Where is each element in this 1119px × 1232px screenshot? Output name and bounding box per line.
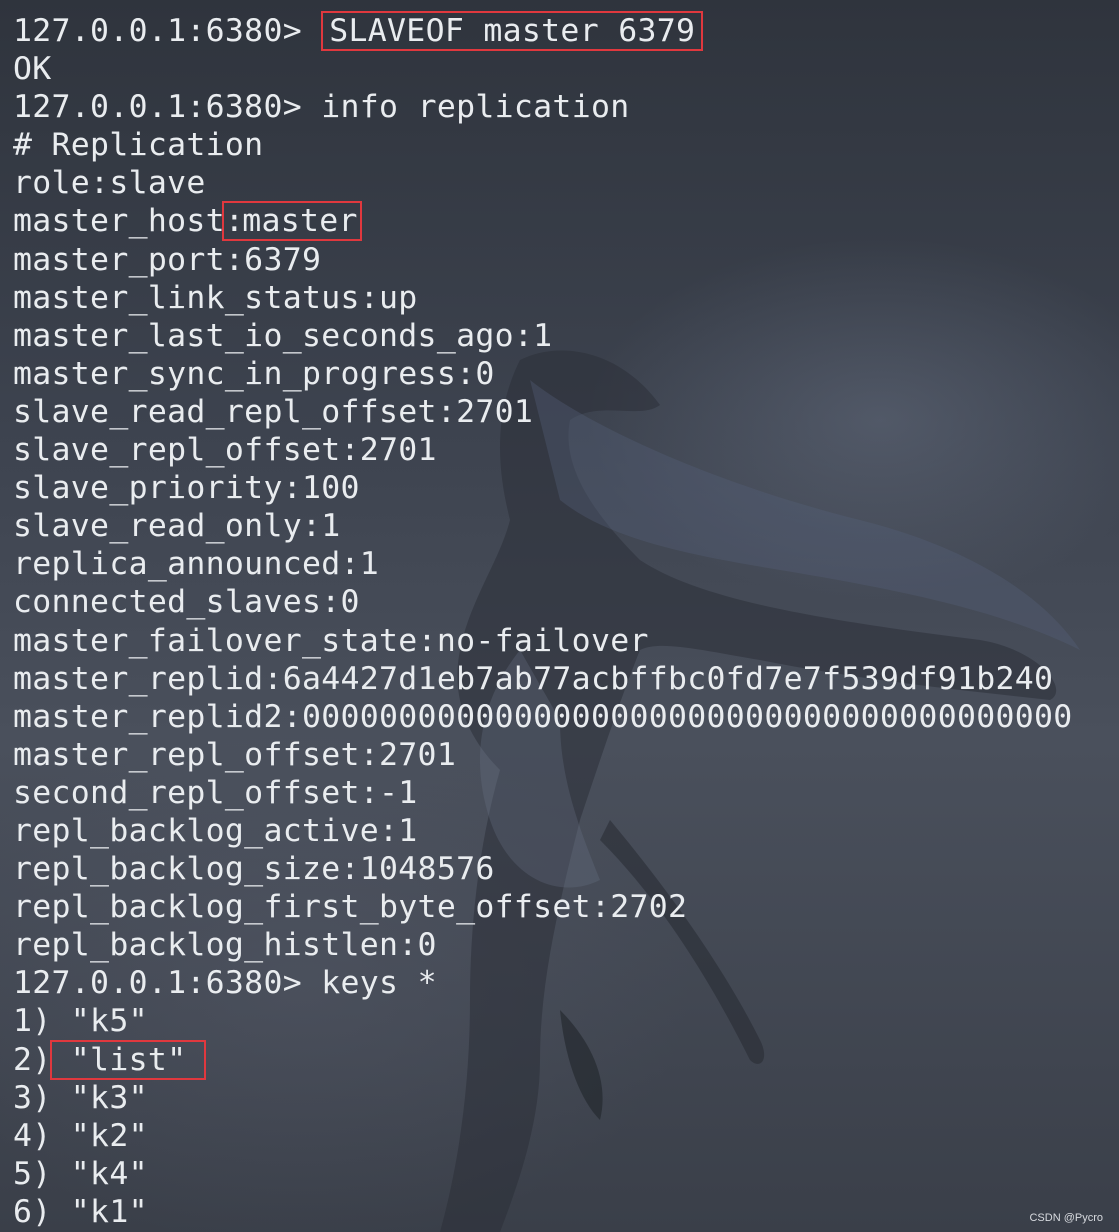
output-line: role:slave xyxy=(13,165,206,202)
watermark: CSDN @Pycro xyxy=(1029,1212,1103,1224)
output-line: slave_priority:100 xyxy=(13,470,360,507)
key-index: 6) xyxy=(13,1193,52,1230)
slaveof-command-highlight: SLAVEOF master 6379 xyxy=(321,11,704,51)
command-text: info replication xyxy=(321,89,630,126)
terminal-output: 127.0.0.1:6380> SLAVEOF master 6379 OK 1… xyxy=(13,11,1073,1231)
key-list-item: 1) "k5" xyxy=(13,1002,1073,1040)
master-host-key: master_host: xyxy=(13,203,245,240)
key-list-highlight: "list" xyxy=(49,1039,207,1080)
output-line: repl_backlog_size:1048576 xyxy=(13,851,495,888)
key-list-item: 2) "list" xyxy=(13,1039,1073,1080)
command-line: 127.0.0.1:6380> SLAVEOF master 6379 xyxy=(13,11,1073,51)
output-line: master_host:master xyxy=(13,201,1073,242)
output-line: repl_backlog_first_byte_offset:2702 xyxy=(13,889,688,926)
key-value: "list" xyxy=(70,1041,187,1078)
prompt: 127.0.0.1:6380> xyxy=(13,89,302,126)
output-line: master_failover_state:no-failover xyxy=(13,622,649,659)
prompt: 127.0.0.1:6380> xyxy=(13,13,302,49)
key-index: 3) xyxy=(13,1079,52,1116)
prompt: 127.0.0.1:6380> xyxy=(13,965,302,1002)
key-index: 2) xyxy=(13,1041,52,1078)
key-index: 5) xyxy=(13,1155,52,1192)
output-line: repl_backlog_active:1 xyxy=(13,812,418,849)
output-line: master_port:6379 xyxy=(13,241,322,278)
output-line: OK xyxy=(13,51,52,88)
output-line: second_repl_offset:-1 xyxy=(13,774,418,811)
key-index: 1) xyxy=(13,1003,52,1040)
key-value: "k3" xyxy=(70,1079,148,1116)
output-line: connected_slaves:0 xyxy=(13,584,360,621)
command-line: 127.0.0.1:6380> info replication xyxy=(13,88,1073,126)
master-host-highlight: master xyxy=(222,201,362,242)
key-list-item: 5) "k4" xyxy=(13,1155,1073,1193)
key-value: "k2" xyxy=(70,1117,148,1154)
key-list-item: 3) "k3" xyxy=(13,1079,1073,1117)
output-line: master_replid2:0000000000000000000000000… xyxy=(13,698,1073,735)
key-list-item: 4) "k2" xyxy=(13,1117,1073,1155)
key-value: "k5" xyxy=(70,1003,148,1040)
output-line: slave_repl_offset:2701 xyxy=(13,432,437,469)
key-list-item: 6) "k1" xyxy=(13,1193,1073,1231)
output-line: repl_backlog_histlen:0 xyxy=(13,927,437,964)
output-line: master_replid:6a4427d1eb7ab77acbffbc0fd7… xyxy=(13,660,1054,697)
terminal-window[interactable]: 127.0.0.1:6380> SLAVEOF master 6379 OK 1… xyxy=(0,0,1119,1232)
key-index: 4) xyxy=(13,1117,52,1154)
output-line: # Replication xyxy=(13,127,264,164)
key-value: "k1" xyxy=(70,1193,148,1230)
output-line: master_last_io_seconds_ago:1 xyxy=(13,317,553,354)
output-line: master_repl_offset:2701 xyxy=(13,736,457,773)
output-line: slave_read_repl_offset:2701 xyxy=(13,393,534,430)
output-line: slave_read_only:1 xyxy=(13,508,341,545)
command-text: keys * xyxy=(321,965,437,1002)
output-line: master_sync_in_progress:0 xyxy=(13,355,495,392)
key-value: "k4" xyxy=(70,1155,148,1192)
output-line: replica_announced:1 xyxy=(13,546,380,583)
output-line: master_link_status:up xyxy=(13,279,418,316)
command-line: 127.0.0.1:6380> keys * xyxy=(13,964,1073,1002)
